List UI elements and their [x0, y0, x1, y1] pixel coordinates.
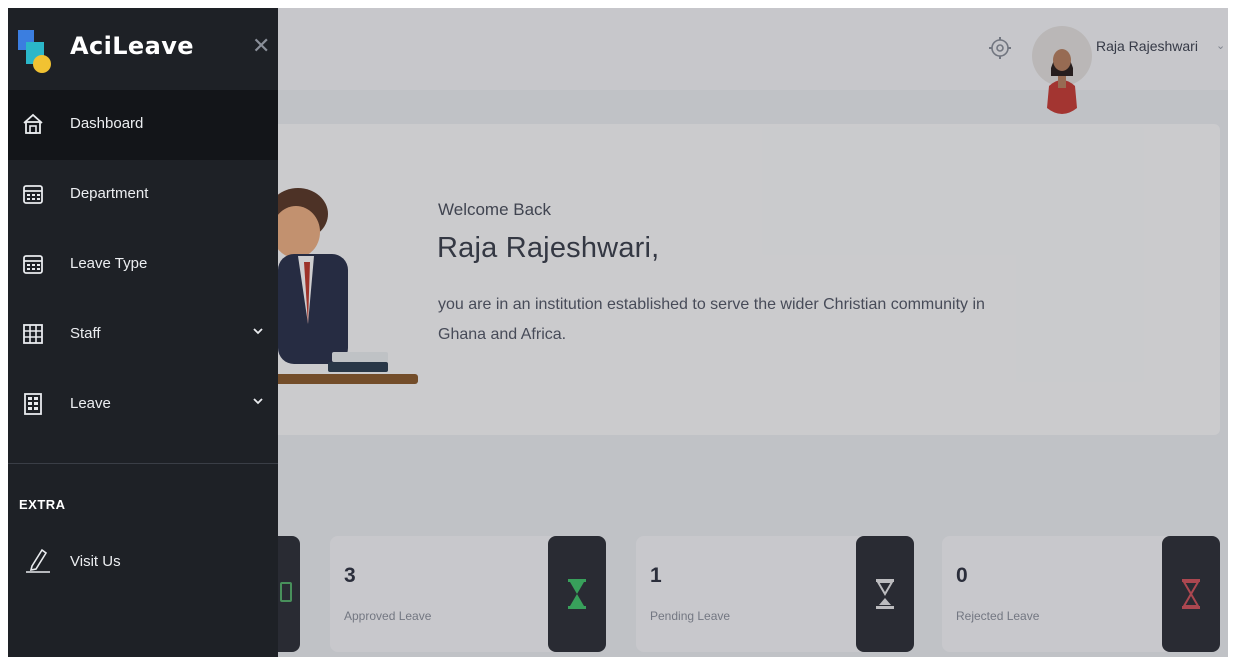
calendar-icon — [23, 185, 43, 204]
sidebar-item-staff[interactable]: Staff — [8, 300, 278, 370]
sidebar-item-dashboard[interactable]: Dashboard — [8, 90, 278, 160]
logo-icon — [18, 30, 51, 73]
sidebar-item-label: Leave — [70, 395, 111, 412]
chevron-down-icon[interactable] — [252, 325, 264, 337]
sidebar: AciLeave ✕ Dashboard Department Leave Ty… — [8, 8, 278, 657]
sidebar-item-department[interactable]: Department — [8, 160, 278, 230]
calendar-icon — [23, 255, 43, 274]
section-title: EXTRA — [19, 497, 66, 512]
grid-icon — [23, 324, 43, 344]
sidebar-menu: Dashboard Department Leave Type Staff Le… — [8, 90, 278, 440]
sidebar-item-visit-us[interactable]: Visit Us — [8, 528, 278, 588]
sidebar-item-leave[interactable]: Leave — [8, 370, 278, 440]
sidebar-item-label: Visit Us — [70, 553, 121, 570]
sidebar-item-label: Dashboard — [70, 115, 144, 132]
brand-name: AciLeave — [70, 32, 194, 60]
sidebar-divider — [8, 463, 278, 464]
building-icon — [24, 393, 42, 415]
sidebar-item-label: Staff — [70, 325, 101, 342]
home-icon — [23, 113, 43, 134]
sidebar-item-label: Leave Type — [70, 255, 148, 272]
sidebar-item-leave-type[interactable]: Leave Type — [8, 230, 278, 300]
pen-icon — [26, 548, 50, 573]
chevron-down-icon[interactable] — [252, 395, 264, 407]
sidebar-item-label: Department — [70, 185, 149, 202]
close-icon[interactable]: ✕ — [252, 33, 270, 59]
